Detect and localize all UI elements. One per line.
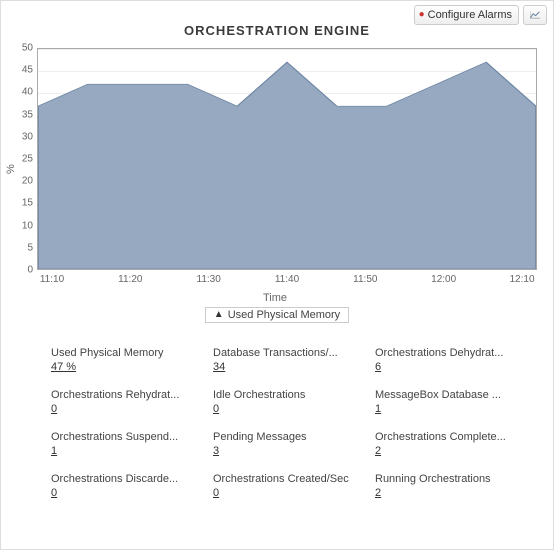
y-tick-label: 45 bbox=[9, 65, 33, 76]
alarm-icon: ● bbox=[419, 10, 425, 20]
y-tick-label: 25 bbox=[9, 154, 33, 165]
chart-area: % 11:1011:2011:3011:4011:5012:0012:10 Ti… bbox=[9, 44, 541, 304]
metric-label: Orchestrations Complete... bbox=[375, 431, 519, 443]
legend-container: ▲ Used Physical Memory bbox=[1, 306, 553, 323]
metric-value: 0 bbox=[51, 403, 195, 415]
metric-label: Pending Messages bbox=[213, 431, 357, 443]
metric-item[interactable]: Pending Messages 3 bbox=[213, 431, 357, 457]
metric-item[interactable]: Database Transactions/... 34 bbox=[213, 347, 357, 373]
configure-alarms-label: Configure Alarms bbox=[428, 9, 512, 21]
x-axis: 11:10 11:20 11:30 11:40 11:50 12:00 12:10 bbox=[37, 274, 537, 288]
y-tick-label: 35 bbox=[9, 109, 33, 120]
metric-label: Running Orchestrations bbox=[375, 473, 519, 485]
metric-value: 34 bbox=[213, 361, 357, 373]
x-tick-label: 12:10 bbox=[509, 274, 534, 285]
metric-label: Idle Orchestrations bbox=[213, 389, 357, 401]
metric-value: 1 bbox=[51, 445, 195, 457]
y-tick-label: 10 bbox=[9, 220, 33, 231]
x-tick-label: 11:10 bbox=[40, 274, 64, 285]
metric-value: 2 bbox=[375, 487, 519, 499]
metric-label: MessageBox Database ... bbox=[375, 389, 519, 401]
legend-label: Used Physical Memory bbox=[228, 309, 340, 321]
y-tick-label: 40 bbox=[9, 87, 33, 98]
metric-value: 3 bbox=[213, 445, 357, 457]
metric-item[interactable]: Orchestrations Complete... 2 bbox=[375, 431, 519, 457]
metric-label: Orchestrations Dehydrat... bbox=[375, 347, 519, 359]
metric-item[interactable]: Running Orchestrations 2 bbox=[375, 473, 519, 499]
x-axis-label: Time bbox=[263, 292, 287, 304]
metric-item[interactable]: Idle Orchestrations 0 bbox=[213, 389, 357, 415]
metric-label: Used Physical Memory bbox=[51, 347, 195, 359]
metric-item[interactable]: Orchestrations Rehydrat... 0 bbox=[51, 389, 195, 415]
metric-value: 0 bbox=[213, 403, 357, 415]
metric-item[interactable]: Orchestrations Created/Sec 0 bbox=[213, 473, 357, 499]
metric-value: 1 bbox=[375, 403, 519, 415]
y-tick-label: 30 bbox=[9, 131, 33, 142]
panel-toolbar: ● Configure Alarms bbox=[414, 5, 547, 25]
legend-marker-icon: ▲ bbox=[214, 309, 224, 320]
chart-view-button[interactable] bbox=[523, 5, 547, 25]
metric-label: Orchestrations Discarde... bbox=[51, 473, 195, 485]
x-tick-label: 11:20 bbox=[118, 274, 142, 285]
x-tick-label: 11:30 bbox=[197, 274, 221, 285]
orchestration-engine-panel: ● Configure Alarms ORCHESTRATION ENGINE … bbox=[0, 0, 554, 550]
y-axis-label: % bbox=[5, 164, 17, 174]
metric-item[interactable]: Orchestrations Discarde... 0 bbox=[51, 473, 195, 499]
legend-item[interactable]: ▲ Used Physical Memory bbox=[205, 307, 349, 323]
y-tick-label: 5 bbox=[9, 242, 33, 253]
metric-label: Orchestrations Suspend... bbox=[51, 431, 195, 443]
x-tick-label: 11:50 bbox=[353, 274, 377, 285]
metric-label: Orchestrations Created/Sec bbox=[213, 473, 357, 485]
x-tick-label: 12:00 bbox=[431, 274, 456, 285]
y-tick-label: 0 bbox=[9, 265, 33, 276]
metric-item[interactable]: MessageBox Database ... 1 bbox=[375, 389, 519, 415]
metric-value: 2 bbox=[375, 445, 519, 457]
area-series bbox=[38, 49, 536, 269]
metric-item[interactable]: Used Physical Memory 47 % bbox=[51, 347, 195, 373]
panel-title: ORCHESTRATION ENGINE bbox=[1, 23, 553, 38]
configure-alarms-button[interactable]: ● Configure Alarms bbox=[414, 5, 519, 25]
metric-item[interactable]: Orchestrations Dehydrat... 6 bbox=[375, 347, 519, 373]
y-tick-label: 20 bbox=[9, 176, 33, 187]
metric-value: 0 bbox=[213, 487, 357, 499]
chart-icon bbox=[530, 9, 540, 21]
y-tick-label: 50 bbox=[9, 43, 33, 54]
metric-value: 47 % bbox=[51, 361, 195, 373]
plot-region[interactable] bbox=[37, 48, 537, 270]
metric-item[interactable]: Orchestrations Suspend... 1 bbox=[51, 431, 195, 457]
metric-value: 0 bbox=[51, 487, 195, 499]
metric-label: Database Transactions/... bbox=[213, 347, 357, 359]
x-tick-label: 11:40 bbox=[275, 274, 299, 285]
metric-label: Orchestrations Rehydrat... bbox=[51, 389, 195, 401]
metrics-grid: Used Physical Memory 47 % Database Transac… bbox=[1, 323, 553, 513]
y-tick-label: 15 bbox=[9, 198, 33, 209]
metric-value: 6 bbox=[375, 361, 519, 373]
